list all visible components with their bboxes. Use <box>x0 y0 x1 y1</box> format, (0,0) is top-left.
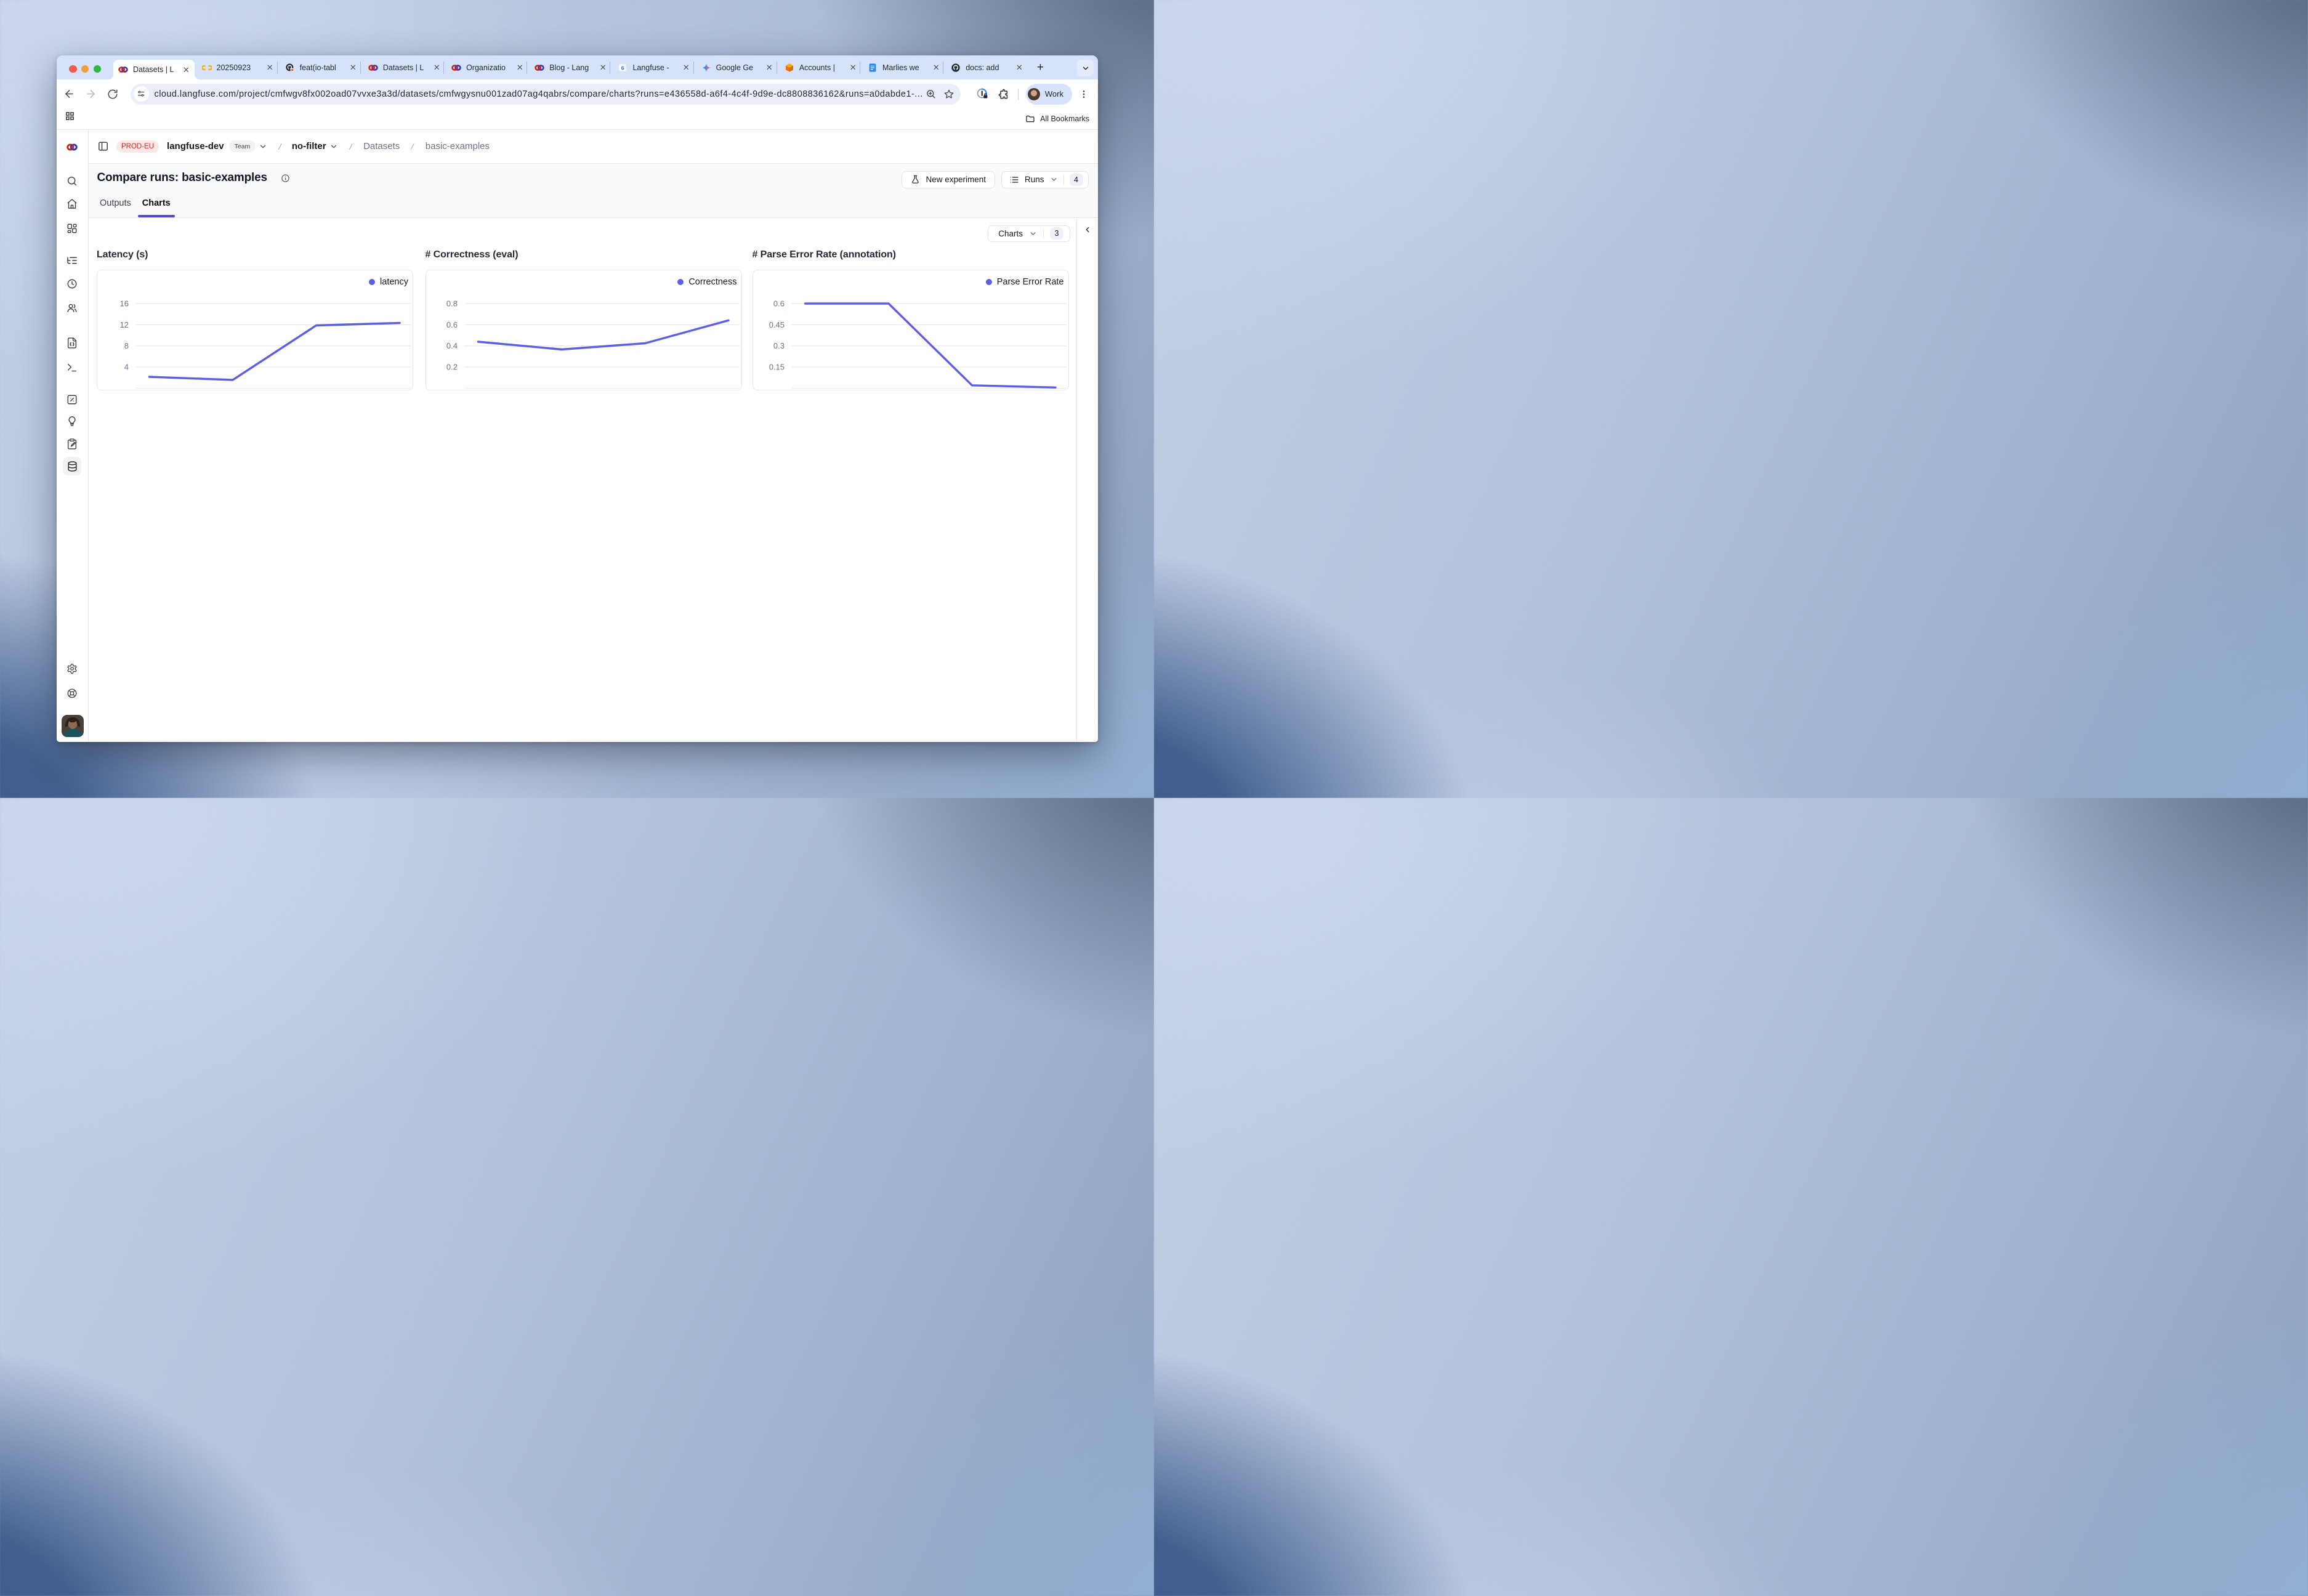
svg-text:0.4: 0.4 <box>446 341 457 350</box>
svg-text:0.6: 0.6 <box>446 320 457 329</box>
svg-text:0.6: 0.6 <box>773 299 784 308</box>
svg-text:8: 8 <box>124 341 129 350</box>
svg-text:0.2: 0.2 <box>446 363 457 372</box>
svg-text:0.15: 0.15 <box>769 363 784 372</box>
svg-text:16: 16 <box>120 299 129 308</box>
svg-text:12: 12 <box>120 320 129 329</box>
svg-text:4: 4 <box>124 363 129 372</box>
svg-text:0.3: 0.3 <box>773 341 784 350</box>
svg-text:0.45: 0.45 <box>769 320 784 329</box>
svg-text:0.8: 0.8 <box>446 299 457 308</box>
